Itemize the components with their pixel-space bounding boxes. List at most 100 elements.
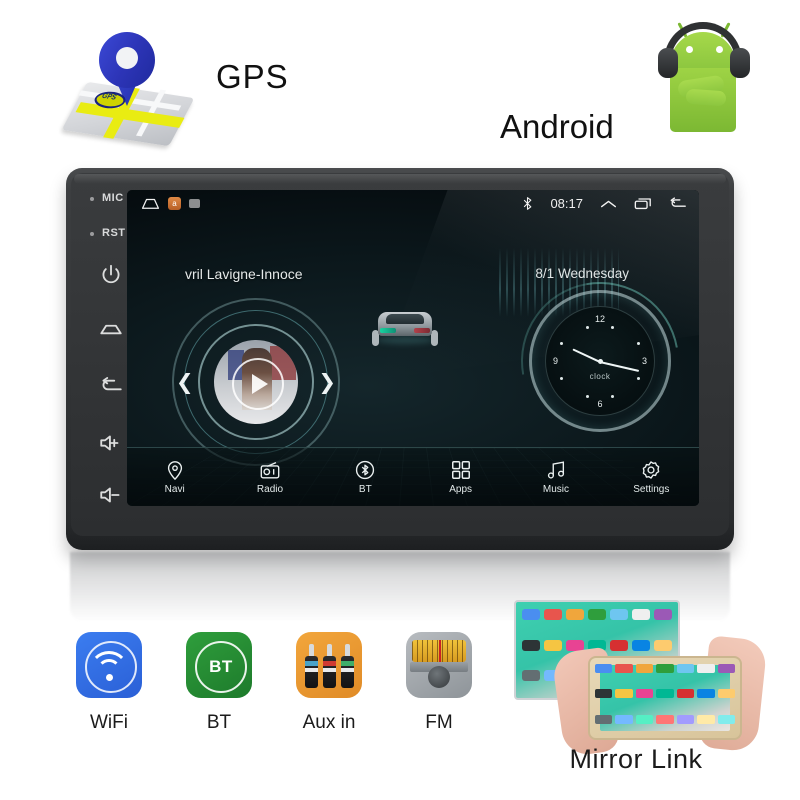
- dock-label: Music: [542, 484, 570, 495]
- chevron-left-icon[interactable]: ❮: [176, 372, 194, 393]
- wifi-icon: [76, 632, 142, 698]
- status-bar: a 08:17: [127, 190, 699, 224]
- volume-down-icon[interactable]: [98, 482, 124, 508]
- mirrored-app-icon: [522, 670, 540, 682]
- mirrored-app-icon: [697, 689, 715, 699]
- app-icon[interactable]: a: [168, 197, 181, 210]
- dock-item-navi[interactable]: Navi: [127, 459, 222, 495]
- gps-feature: GPS GPS: [61, 28, 348, 147]
- mirrored-app-icon: [566, 639, 584, 651]
- mirrored-app-icon: [676, 714, 695, 724]
- dock-label: Navi: [164, 484, 185, 495]
- app-grid-icon: [451, 461, 470, 479]
- power-icon[interactable]: [98, 262, 124, 288]
- mirrored-app-icon: [697, 664, 715, 673]
- clock-numeral: 9: [553, 356, 559, 366]
- reset-button[interactable]: RST: [102, 227, 126, 239]
- fm-tuner-icon: [406, 632, 472, 698]
- mirrored-app-icon: [522, 639, 540, 651]
- now-playing-title: vril Lavigne-Innoce: [185, 266, 303, 282]
- clock-minute-hand: [599, 361, 640, 372]
- mirrored-app-icon: [717, 689, 735, 699]
- feature-badges: WiFi BT BT Aux in FM: [76, 632, 496, 758]
- volume-up-icon[interactable]: [98, 430, 124, 456]
- play-icon[interactable]: [232, 358, 284, 410]
- back-arrow-icon[interactable]: [98, 372, 124, 398]
- mirrored-app-icon: [544, 609, 562, 620]
- bluetooth-icon: [524, 197, 532, 210]
- music-note-icon: [547, 461, 565, 479]
- mirror-link-feature: Mirror Link: [500, 596, 772, 792]
- mirrored-app-icon: [566, 609, 584, 620]
- date-label: 8/1 Wednesday: [535, 266, 629, 281]
- dock-item-settings[interactable]: Settings: [604, 459, 699, 495]
- mirrored-app-icon: [654, 609, 672, 620]
- mirrored-app-icon: [635, 714, 654, 724]
- recents-icon[interactable]: [634, 197, 652, 210]
- mirrored-app-icon: [697, 714, 715, 724]
- touchscreen-display[interactable]: a 08:17 vril Lavigne-Innoce 8/1 Wednesda…: [127, 190, 699, 506]
- mirrored-app-icon: [595, 664, 613, 673]
- mirrored-app-icon: [615, 689, 633, 699]
- android-label: Android: [500, 108, 614, 145]
- bluetooth-badge-icon: BT: [186, 632, 252, 698]
- app-icon[interactable]: [189, 199, 200, 208]
- rca-plugs-icon: [296, 632, 362, 698]
- badge-label: WiFi: [90, 712, 128, 733]
- mirrored-app-icon: [610, 609, 628, 620]
- media-player-widget[interactable]: ❮ ❯: [172, 298, 340, 466]
- mirrored-app-icon: [522, 609, 540, 620]
- clock-hour-hand: [572, 348, 601, 363]
- mirrored-app-icon: [676, 664, 695, 673]
- home-icon[interactable]: [98, 316, 124, 342]
- mirrored-app-icon: [615, 664, 633, 673]
- mirrored-app-icon: [595, 689, 613, 699]
- mirror-link-label: Mirror Link: [569, 744, 703, 774]
- clock-numeral: 6: [597, 399, 603, 409]
- dock-label: Radio: [256, 484, 284, 495]
- mirrored-app-icon: [595, 714, 613, 724]
- dock-label: Settings: [633, 484, 670, 495]
- map-pin-icon: GPS: [61, 28, 196, 147]
- mirrored-app-icon: [656, 689, 674, 699]
- mirrored-app-icon: [635, 664, 654, 673]
- phone-in-hands: [588, 656, 742, 740]
- gear-icon: [643, 461, 660, 479]
- dock-item-bt[interactable]: BT: [318, 459, 413, 495]
- mirrored-app-icon: [632, 609, 650, 620]
- mirrored-app-icon: [654, 639, 672, 651]
- car-graphic: [372, 302, 438, 350]
- back-arrow-icon[interactable]: [669, 197, 687, 210]
- chevron-up-icon[interactable]: [600, 198, 617, 210]
- mirrored-app-icon: [717, 714, 735, 724]
- mirrored-app-icon: [632, 639, 650, 651]
- app-dock: Navi Radio BT Apps Music Settings: [127, 447, 699, 506]
- mirrored-app-icon: [717, 664, 735, 673]
- location-pin-icon: [167, 461, 182, 481]
- mirrored-app-icon: [588, 609, 606, 620]
- mic-indicator: MIC: [102, 192, 124, 204]
- dock-item-radio[interactable]: Radio: [222, 459, 317, 495]
- status-time: 08:17: [550, 196, 583, 211]
- clock-numeral: 3: [641, 356, 647, 366]
- dock-item-music[interactable]: Music: [508, 459, 603, 495]
- home-icon[interactable]: [141, 197, 160, 210]
- car-stereo-head-unit: MIC RST a 08:17 vril Lavigne-Innoce 8/1 …: [66, 168, 734, 550]
- clock-numeral: 12: [594, 314, 606, 324]
- badge-label: Aux in: [302, 712, 356, 733]
- badge-label: BT: [206, 712, 232, 733]
- mirrored-app-icon: [676, 689, 695, 699]
- radio-icon: [260, 462, 280, 479]
- mirrored-app-icon: [544, 639, 562, 651]
- chevron-right-icon[interactable]: ❯: [318, 372, 336, 393]
- badge-label: FM: [425, 712, 453, 733]
- dock-item-apps[interactable]: Apps: [413, 459, 508, 495]
- dock-label: BT: [358, 484, 372, 495]
- mirrored-app-icon: [615, 714, 633, 724]
- mirrored-app-icon: [656, 664, 674, 673]
- mirrored-app-icon: [656, 714, 674, 724]
- dock-label: Apps: [449, 484, 473, 495]
- product-image: GPS GPS Android MIC RST a 08:17 vril Lav…: [0, 0, 800, 800]
- clock-widget[interactable]: 12 3 6 9 clock: [489, 250, 699, 472]
- bluetooth-icon: [356, 460, 375, 480]
